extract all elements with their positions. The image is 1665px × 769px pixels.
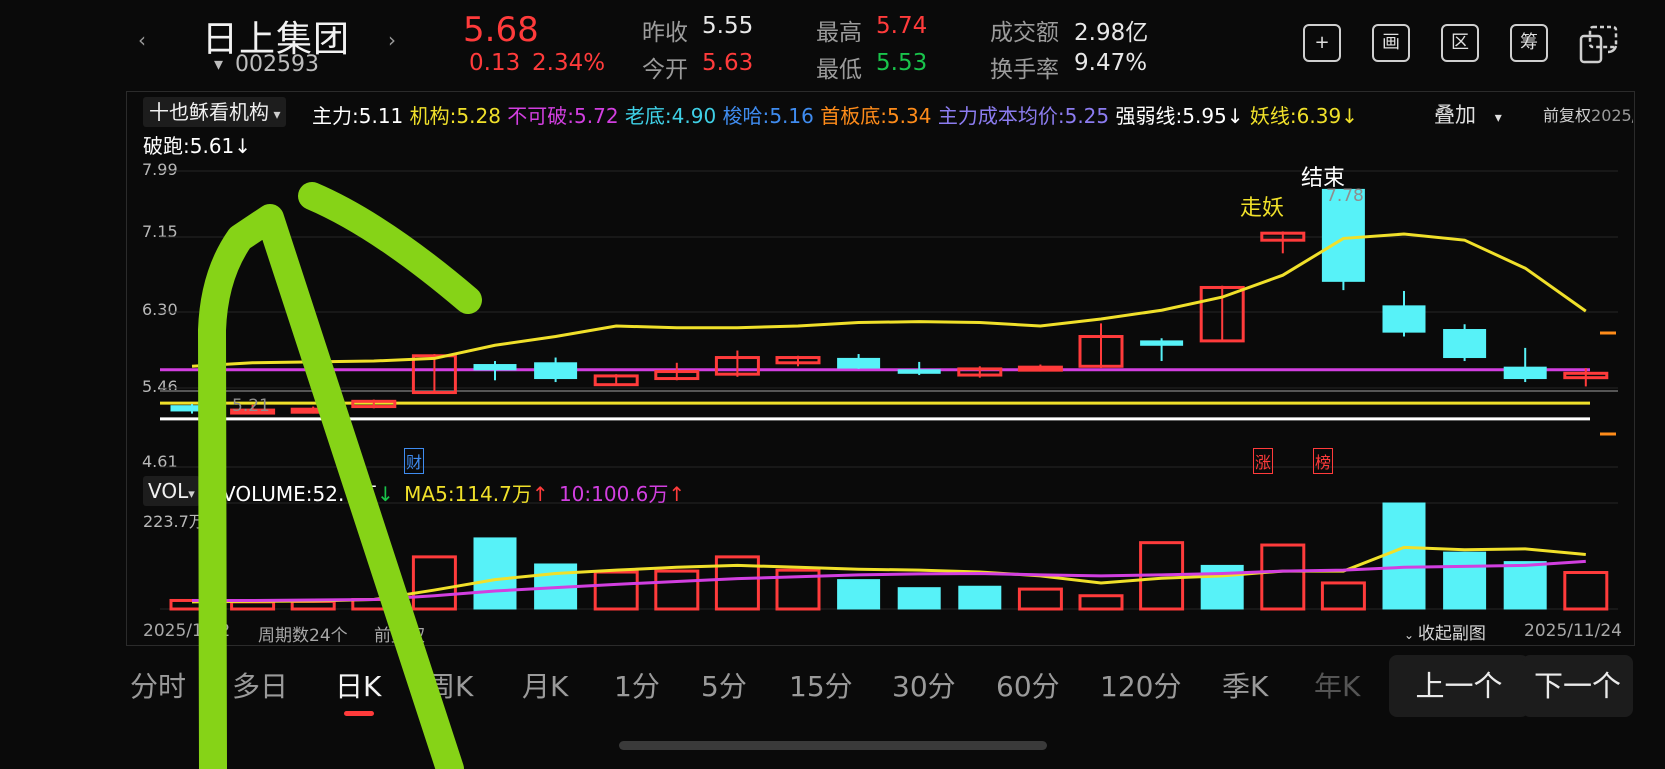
kline-chart[interactable]	[0, 0, 1665, 769]
limit-up-marker[interactable]: 涨	[1253, 448, 1274, 474]
period-count: 周期数24个	[258, 626, 348, 646]
volume-bar	[1260, 543, 1306, 611]
active-tab-indicator	[344, 711, 374, 716]
volume-bar	[593, 570, 639, 611]
volume-arrow: ↓	[377, 482, 394, 506]
tab-1min[interactable]: 1分	[614, 665, 660, 705]
end-date: 2025/11/24	[1524, 621, 1622, 641]
volume-bar	[1382, 502, 1426, 610]
chevron-down-icon: ⌄	[1404, 628, 1418, 642]
end-value: 7.78	[1326, 186, 1364, 206]
candle-body	[534, 362, 578, 380]
ma10-arrow: ↑	[668, 482, 686, 506]
tab-60min[interactable]: 60分	[996, 665, 1060, 705]
yao-line	[191, 232, 1587, 368]
candle-body	[1017, 365, 1063, 372]
collapse-subchart-button[interactable]: ⌄ 收起副图	[1404, 619, 1486, 644]
chevron-down-icon: ▾	[188, 487, 195, 502]
volume-bar	[473, 537, 517, 610]
adjust-mode[interactable]: 前复权	[374, 621, 425, 646]
start-date: 2025/11/2	[143, 621, 231, 641]
volume-selector-label: VOL	[148, 479, 189, 503]
candle-body	[1382, 305, 1426, 333]
tab-15min[interactable]: 15分	[789, 665, 853, 705]
tab-yuek[interactable]: 月K	[522, 665, 568, 705]
candle-body	[1443, 329, 1487, 359]
volume-axis-max: 223.7万	[143, 512, 205, 531]
candle-body	[1503, 366, 1547, 380]
candle-body	[170, 405, 214, 412]
volume-bar	[411, 555, 457, 611]
volume-bar	[958, 585, 1002, 610]
volume-legend: VOLUME:52.7万↓ MA5:114.7万↑ 10:100.6万↑	[222, 478, 685, 507]
tab-120min[interactable]: 120分	[1100, 665, 1181, 705]
tab-5min[interactable]: 5分	[701, 665, 747, 705]
volume-bar	[1443, 551, 1487, 610]
tab-duori[interactable]: 多日	[232, 665, 288, 705]
volume-bar	[1320, 581, 1366, 611]
demon-label: 走妖	[1240, 196, 1285, 221]
ma5-arrow: ↑	[531, 482, 549, 506]
tab-zhouk[interactable]: 周K	[427, 665, 473, 705]
candle-body	[837, 357, 881, 369]
candle-body	[290, 407, 336, 414]
candle-body	[897, 369, 941, 374]
tab-jik[interactable]: 季K	[1222, 665, 1268, 705]
volume-bar	[654, 569, 700, 611]
volume-selector[interactable]: VOL▾	[143, 476, 200, 506]
left-value: 5.21	[232, 396, 270, 416]
tab-niank[interactable]: 年K	[1314, 665, 1360, 705]
home-indicator	[619, 741, 1047, 750]
volume-bar	[1503, 561, 1547, 610]
ma10-value: 10:100.6万	[558, 482, 669, 506]
volume-bar	[1017, 587, 1063, 611]
volume-bar	[1563, 571, 1609, 611]
dragon-list-marker[interactable]: 榜	[1313, 448, 1334, 474]
tab-rik[interactable]: 日K	[335, 665, 381, 705]
volume-bar	[897, 587, 941, 610]
tab-30min[interactable]: 30分	[892, 665, 956, 705]
volume-bar	[837, 579, 881, 610]
prev-stock-button[interactable]: 上一个	[1389, 655, 1529, 717]
volume-value: VOLUME:52.7万	[222, 482, 378, 506]
ma5-value: MA5:114.7万	[404, 482, 532, 506]
tab-fenshi[interactable]: 分时	[130, 665, 186, 705]
volume-bar	[1078, 594, 1124, 611]
next-stock-button[interactable]: 下一个	[1522, 655, 1633, 717]
finance-marker[interactable]: 财	[404, 448, 425, 474]
candle-body	[473, 364, 517, 371]
candle-body	[1140, 340, 1184, 346]
